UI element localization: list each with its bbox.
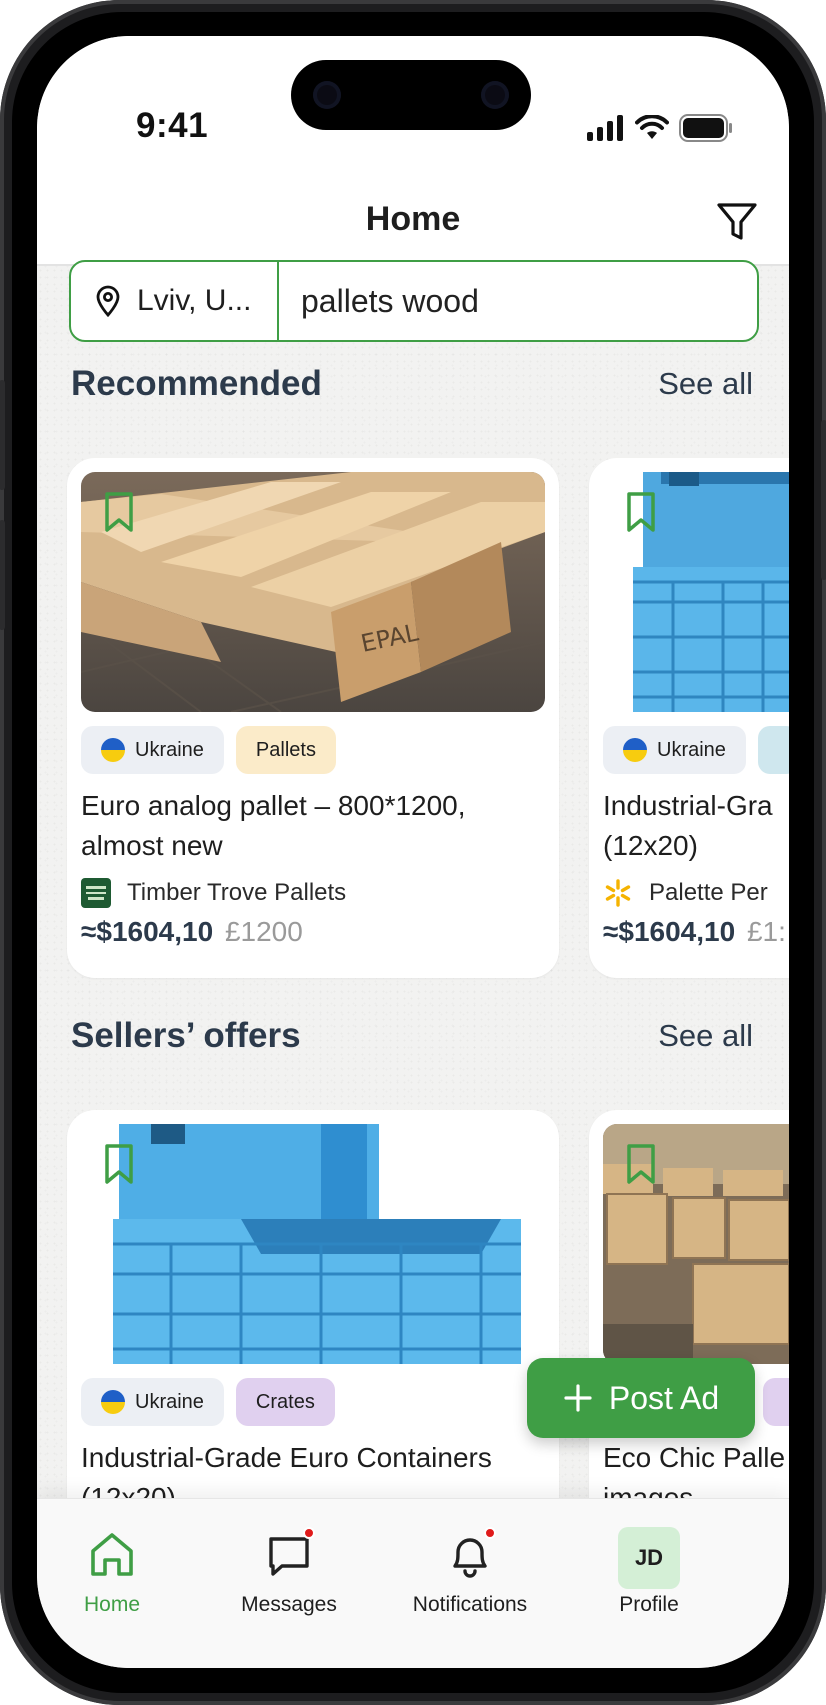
- status-icons: [587, 114, 733, 142]
- tag-list: Ukraine: [603, 726, 789, 774]
- sellers-offers-title: Sellers’ offers: [71, 1016, 301, 1055]
- country-label: Ukraine: [657, 738, 726, 761]
- recommended-card[interactable]: Ukraine Industrial-Gra (12x20) Palette P…: [589, 458, 789, 978]
- search-input[interactable]: pallets wood: [279, 262, 757, 340]
- unread-dot: [303, 1527, 315, 1539]
- sensor-icon: [481, 81, 509, 109]
- recommended-card[interactable]: EPAL Ukraine Pallets Euro analog pallet …: [67, 458, 559, 978]
- message-icon: [261, 1527, 317, 1583]
- category-tag: Pallets: [235, 726, 336, 774]
- power-button: [821, 420, 826, 580]
- tab-label: Notifications: [412, 1593, 528, 1616]
- post-ad-label: Post Ad: [608, 1379, 720, 1416]
- product-image-containers: [81, 1124, 545, 1364]
- status-time: 9:41: [136, 106, 209, 145]
- listing-title: Industrial-Gra (12x20): [603, 786, 789, 866]
- product-image-pallet: EPAL: [81, 472, 545, 712]
- unread-dot: [484, 1527, 496, 1539]
- listing-title-line: Industrial-Grade Euro Containers: [81, 1442, 492, 1473]
- country-tag: Ukraine: [81, 726, 224, 774]
- price-main: ≈$1604,10: [81, 916, 214, 947]
- listing-title-line: Eco Chic Palle: [603, 1442, 786, 1473]
- ukraine-flag-icon: [101, 738, 125, 762]
- tab-label: Home: [83, 1593, 141, 1616]
- product-image-crates: [603, 472, 789, 712]
- seller-logo: [81, 878, 111, 908]
- volume-up-button: [0, 380, 5, 490]
- seller-info: Timber Trove Pallets: [81, 878, 346, 908]
- price-alt: £1200: [224, 916, 303, 947]
- tab-profile[interactable]: JD Profile: [574, 1527, 724, 1617]
- bookmark-icon[interactable]: [101, 1142, 137, 1186]
- seller-name: Palette Per: [649, 879, 768, 906]
- tag-list: Ukraine Pallets: [81, 726, 336, 774]
- seller-logo: [605, 879, 631, 907]
- bookmark-icon[interactable]: [101, 490, 137, 534]
- price: ≈$1604,10 £1200: [81, 916, 303, 948]
- product-image-warehouse: [603, 1124, 789, 1364]
- post-ad-button[interactable]: Post Ad: [527, 1358, 755, 1438]
- home-icon: [84, 1527, 140, 1583]
- page-title: Home: [365, 200, 461, 238]
- country-tag: Ukraine: [603, 726, 746, 774]
- tab-label: Messages: [241, 1593, 337, 1616]
- category-tag: Crates: [235, 1378, 335, 1426]
- dynamic-island: [291, 60, 531, 130]
- screen: 9:41 Home Lviv, U... pallets wood Recomm…: [37, 36, 789, 1668]
- tab-home[interactable]: Home: [37, 1527, 187, 1617]
- location-selector[interactable]: Lviv, U...: [71, 262, 279, 340]
- recommended-see-all-link[interactable]: See all: [658, 366, 753, 402]
- listing-title-line: Industrial-Gra: [603, 790, 773, 821]
- battery-icon: [679, 114, 732, 142]
- category-tag: [757, 726, 789, 774]
- phone-frame: 9:41 Home Lviv, U... pallets wood Recomm…: [0, 0, 826, 1705]
- bookmark-icon[interactable]: [623, 1142, 659, 1186]
- ukraine-flag-icon: [623, 738, 647, 762]
- location-text: Lviv, U...: [137, 284, 252, 317]
- tab-bar: Home Messages Notifications JD Profile: [37, 1498, 789, 1668]
- price-alt: £1:: [746, 916, 786, 947]
- bell-icon: [442, 1527, 498, 1583]
- signal-icon: [587, 115, 623, 141]
- status-bar: 9:41: [37, 36, 789, 186]
- listing-title: Euro analog pallet – 800*1200, almost ne…: [81, 786, 541, 866]
- filter-button[interactable]: [715, 200, 759, 244]
- nav-bar: Home: [37, 186, 789, 266]
- tab-messages[interactable]: Messages: [214, 1527, 364, 1617]
- filter-icon: [717, 203, 757, 240]
- tab-notifications[interactable]: Notifications: [395, 1527, 545, 1617]
- tab-label: Profile: [619, 1593, 679, 1616]
- camera-icon: [313, 81, 341, 109]
- wifi-icon: [635, 115, 669, 139]
- recommended-title: Recommended: [71, 364, 322, 403]
- seller-info: Palette Per: [603, 878, 768, 908]
- country-label: Ukraine: [135, 738, 204, 761]
- country-label: Ukraine: [135, 1390, 204, 1413]
- ukraine-flag-icon: [101, 1390, 125, 1414]
- plus-icon: [564, 1384, 592, 1412]
- price: ≈$1604,10 £1:: [603, 916, 786, 948]
- search-bar: Lviv, U... pallets wood: [69, 260, 759, 342]
- location-pin-icon: [96, 285, 120, 317]
- country-tag: Ukraine: [81, 1378, 224, 1426]
- listing-title-line: (12x20): [603, 830, 698, 861]
- avatar: JD: [618, 1527, 680, 1589]
- listing-title-line: almost new: [81, 830, 223, 861]
- bookmark-icon[interactable]: [623, 490, 659, 534]
- seller-name: Timber Trove Pallets: [127, 879, 347, 906]
- volume-down-button: [0, 520, 5, 630]
- price-main: ≈$1604,10: [603, 916, 736, 947]
- listing-title-line: Euro analog pallet – 800*1200,: [81, 790, 466, 821]
- tag-list: Ukraine Crates: [81, 1378, 335, 1426]
- category-tag: [763, 1378, 789, 1426]
- sellers-offers-see-all-link[interactable]: See all: [658, 1018, 753, 1054]
